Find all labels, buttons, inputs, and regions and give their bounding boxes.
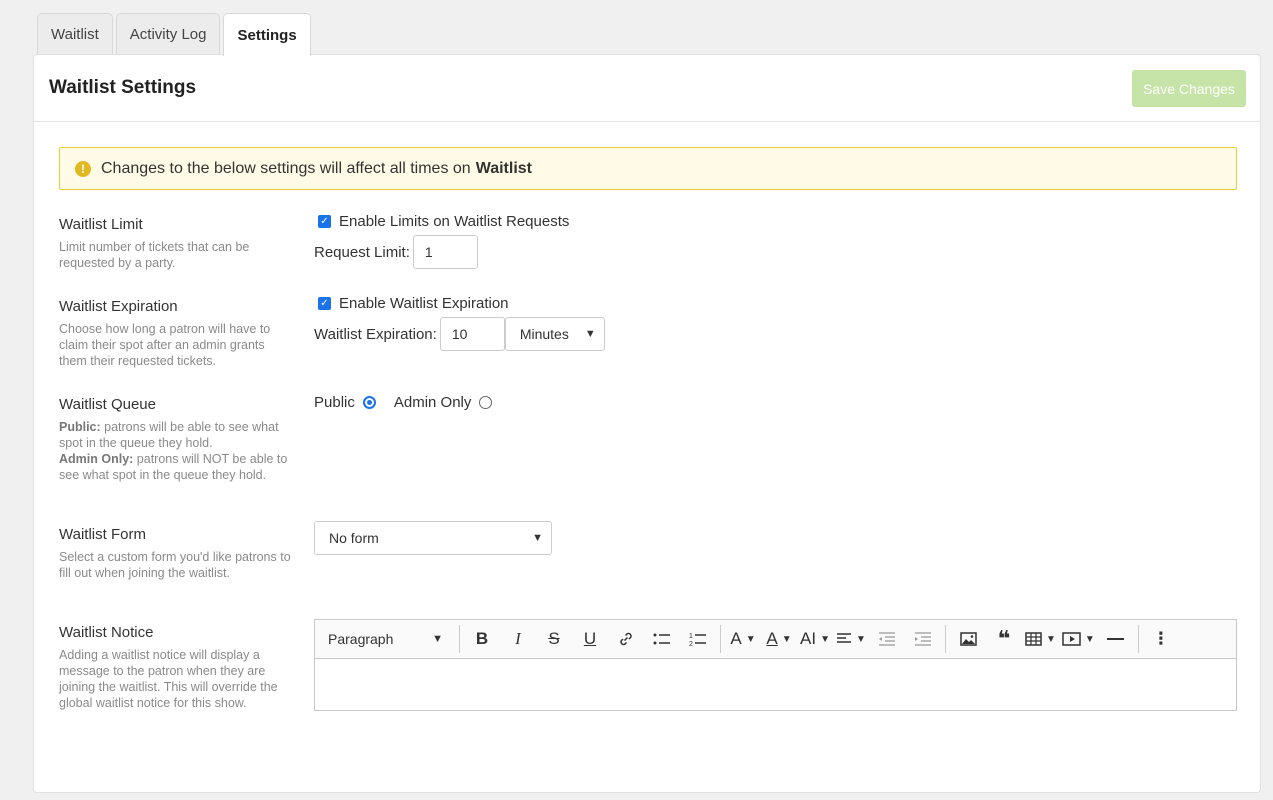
font-color-icon[interactable]: A ▼	[764, 624, 794, 654]
bulleted-list-icon[interactable]	[647, 624, 677, 654]
settings-panel: Waitlist Settings Save Changes ! Changes…	[33, 54, 1261, 793]
save-changes-button[interactable]: Save Changes	[1132, 70, 1246, 107]
waitlist-form-select[interactable]: No form ▼	[314, 521, 552, 555]
queue-public-bold: Public:	[59, 420, 101, 434]
strikethrough-icon[interactable]: S	[539, 624, 569, 654]
notice-title: Waitlist Notice	[59, 624, 154, 641]
chevron-down-icon: ▼	[1046, 633, 1056, 645]
numbered-list-icon[interactable]: 12	[683, 624, 713, 654]
text-style-icon[interactable]: A ▼	[728, 624, 758, 654]
tab-waitlist[interactable]: Waitlist	[37, 13, 113, 55]
svg-text:1: 1	[689, 633, 693, 640]
enable-expiration-checkbox[interactable]: ✓	[318, 296, 331, 310]
request-limit-input[interactable]: 1	[412, 235, 478, 269]
expiration-controls: ✓ Enable Waitlist Expiration Waitlist Ex…	[314, 293, 605, 351]
notice-label-group: Waitlist Notice Adding a waitlist notice…	[59, 624, 294, 711]
queue-admin-label: Admin Only	[393, 393, 472, 411]
table-icon[interactable]: ▼	[1025, 624, 1056, 654]
align-left-icon[interactable]: ▼	[836, 624, 866, 654]
expiration-title: Waitlist Expiration	[59, 298, 178, 315]
chevron-down-icon: ▼	[432, 633, 443, 645]
expiration-unit-value: Minutes	[519, 326, 569, 342]
svg-text:2: 2	[689, 641, 693, 647]
form-title: Waitlist Form	[59, 526, 146, 543]
bold-icon[interactable]: B	[467, 624, 497, 654]
queue-public-label: Public	[314, 393, 355, 411]
toolbar-divider	[720, 625, 721, 653]
tab-bar: Waitlist Activity Log Settings	[37, 13, 314, 56]
notice-description: Adding a waitlist notice will display a …	[59, 648, 278, 710]
request-limit-label: Request Limit:	[314, 243, 410, 261]
editor-toolbar: Paragraph ▼ B I S U 12 A ▼ A ▼ AI ▼ ▼ ❝ …	[315, 620, 1236, 659]
limit-controls: ✓ Enable Limits on Waitlist Requests Req…	[314, 211, 569, 269]
paragraph-style-value: Paragraph	[328, 631, 394, 647]
exclamation-icon: !	[75, 160, 91, 177]
enable-limits-label: Enable Limits on Waitlist Requests	[339, 212, 570, 230]
queue-admin-radio[interactable]	[479, 395, 493, 409]
font-size-icon[interactable]: AI ▼	[800, 624, 830, 654]
expiration-label-group: Waitlist Expiration Choose how long a pa…	[59, 298, 294, 369]
toolbar-divider	[945, 625, 946, 653]
chevron-down-icon: ▼	[781, 633, 792, 645]
chevron-down-icon: ▼	[820, 633, 830, 645]
chevron-down-icon: ▼	[856, 633, 866, 645]
chevron-down-icon: ▼	[532, 532, 543, 544]
enable-expiration-label: Enable Waitlist Expiration	[339, 294, 509, 312]
blockquote-icon[interactable]: ❝	[989, 624, 1019, 654]
queue-description: Public: patrons will be able to see what…	[59, 419, 294, 483]
underline-icon[interactable]: U	[575, 624, 605, 654]
link-icon[interactable]	[611, 624, 641, 654]
queue-admin-bold: Admin Only:	[59, 452, 134, 466]
form-label-group: Waitlist Form Select a custom form you'd…	[59, 526, 294, 581]
media-embed-icon[interactable]: ▼	[1062, 624, 1095, 654]
chevron-down-icon: ▼	[745, 633, 756, 645]
panel-header: Waitlist Settings Save Changes	[34, 55, 1260, 122]
more-options-icon[interactable]: ⋮	[1146, 624, 1176, 654]
waitlist-form-value: No form	[329, 530, 379, 546]
alert-text: Changes to the below settings will affec…	[101, 159, 471, 177]
page-title: Waitlist Settings	[49, 77, 197, 98]
outdent-icon[interactable]	[872, 624, 902, 654]
italic-icon[interactable]: I	[503, 624, 533, 654]
queue-public-radio[interactable]	[362, 395, 376, 409]
image-icon[interactable]	[953, 624, 983, 654]
form-controls: No form ▼	[314, 521, 552, 555]
queue-controls: Public Admin Only	[314, 392, 493, 412]
expiration-value-input[interactable]: 10	[439, 317, 505, 351]
notice-editor: Paragraph ▼ B I S U 12 A ▼ A ▼ AI ▼ ▼ ❝ …	[314, 619, 1237, 711]
warning-alert: ! Changes to the below settings will aff…	[59, 147, 1237, 190]
chevron-down-icon: ▼	[1084, 633, 1095, 645]
horizontal-line-icon[interactable]	[1101, 624, 1131, 654]
limit-title: Waitlist Limit	[59, 216, 143, 233]
queue-title: Waitlist Queue	[59, 396, 156, 413]
expiration-label: Waitlist Expiration:	[314, 325, 437, 343]
toolbar-divider	[459, 625, 460, 653]
indent-icon[interactable]	[908, 624, 938, 654]
expiration-unit-select[interactable]: Minutes ▼	[504, 317, 605, 351]
limit-label-group: Waitlist Limit Limit number of tickets t…	[59, 216, 294, 271]
toolbar-divider	[1137, 625, 1139, 653]
chevron-down-icon: ▼	[584, 328, 596, 340]
paragraph-style-dropdown[interactable]: Paragraph ▼	[315, 631, 455, 647]
expiration-description: Choose how long a patron will have to cl…	[59, 322, 271, 368]
tab-activity-log[interactable]: Activity Log	[115, 13, 221, 55]
enable-limits-checkbox[interactable]: ✓	[318, 214, 331, 228]
tab-settings[interactable]: Settings	[223, 13, 311, 56]
limit-description: Limit number of tickets that can be requ…	[59, 240, 250, 270]
alert-emphasis: Waitlist	[475, 159, 532, 177]
queue-label-group: Waitlist Queue Public: patrons will be a…	[59, 396, 294, 483]
form-description: Select a custom form you'd like patrons …	[59, 550, 291, 580]
